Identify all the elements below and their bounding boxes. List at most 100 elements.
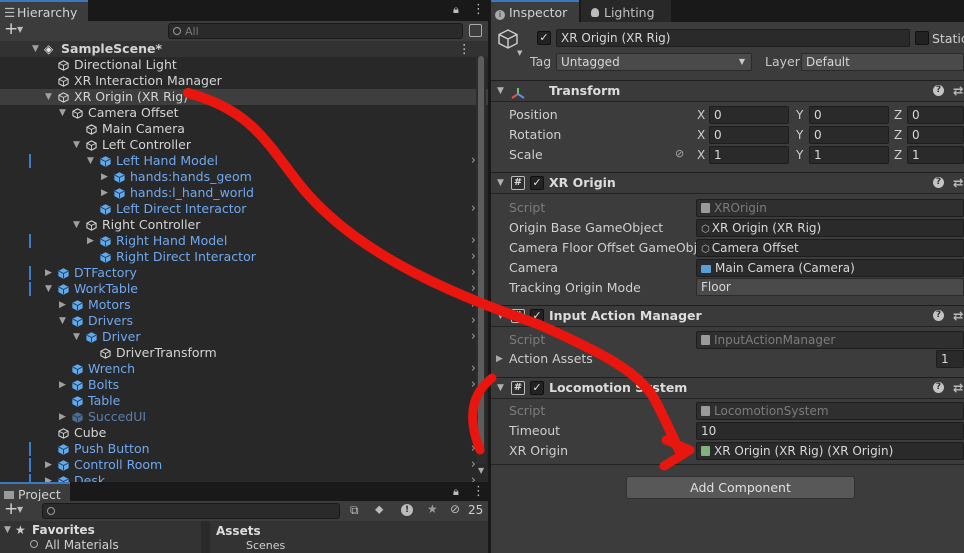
- fold-arrow-icon[interactable]: ▼: [59, 105, 66, 121]
- axis-x-label[interactable]: X: [697, 148, 705, 162]
- chevron-down-icon[interactable]: ▼: [517, 49, 522, 57]
- axis-y-label[interactable]: Y: [796, 148, 803, 162]
- project-divider[interactable]: [201, 521, 210, 553]
- constrain-proportions-icon[interactable]: ⊘: [675, 147, 684, 160]
- filter-type-icon[interactable]: ⧉: [350, 503, 359, 518]
- favorites-label[interactable]: Favorites: [32, 523, 95, 537]
- scale-z-field[interactable]: 1: [907, 146, 964, 164]
- project-search-input[interactable]: [42, 503, 340, 519]
- axis-y-label[interactable]: Y: [796, 108, 803, 122]
- scene-visibility-icon[interactable]: [469, 24, 482, 37]
- scroll-down-icon[interactable]: ▼: [478, 466, 484, 475]
- help-icon[interactable]: ?: [933, 85, 944, 96]
- layer-dropdown[interactable]: Default: [801, 53, 964, 71]
- tab-lighting[interactable]: Lighting: [581, 0, 671, 22]
- object-name-field[interactable]: XR Origin (XR Rig): [556, 29, 910, 47]
- axis-z-label[interactable]: Z: [894, 108, 902, 122]
- rotation-z-field[interactable]: 0: [907, 126, 964, 144]
- hierarchy-item[interactable]: Directional Light: [0, 57, 488, 73]
- hierarchy-item[interactable]: XR Interaction Manager: [0, 73, 488, 89]
- hierarchy-item[interactable]: Push Button ›: [0, 441, 488, 457]
- lock-icon[interactable]: 🔒︎: [453, 485, 459, 499]
- fold-arrow-icon[interactable]: ▶: [45, 265, 52, 281]
- axis-x-label[interactable]: X: [697, 108, 705, 122]
- hierarchy-item[interactable]: ▼ Left Controller: [0, 137, 488, 153]
- hierarchy-scrollbar[interactable]: [476, 56, 486, 464]
- all-materials-item[interactable]: All Materials: [45, 538, 119, 552]
- fold-arrow-icon[interactable]: ▼: [73, 137, 80, 153]
- position-z-field[interactable]: 0: [907, 106, 964, 124]
- star-icon[interactable]: ★: [427, 502, 438, 516]
- preset-icon[interactable]: ⇄: [953, 173, 963, 193]
- scrollbar-thumb[interactable]: [478, 56, 484, 454]
- axis-z-label[interactable]: Z: [894, 128, 902, 142]
- preset-icon[interactable]: ⇄: [953, 81, 963, 101]
- hierarchy-item[interactable]: ▶ Bolts ›: [0, 377, 488, 393]
- hierarchy-item[interactable]: Cube: [0, 425, 488, 441]
- hierarchy-item[interactable]: ▼ Driver ›: [0, 329, 488, 345]
- help-icon[interactable]: ?: [933, 382, 944, 393]
- rotation-x-field[interactable]: 0: [709, 126, 789, 144]
- label-icon[interactable]: ⬥: [375, 502, 383, 517]
- preset-icon[interactable]: ⇄: [953, 378, 963, 398]
- hierarchy-item[interactable]: ▶ Motors ›: [0, 297, 488, 313]
- breadcrumb-assets[interactable]: Assets: [216, 524, 261, 538]
- camera-floor-offset-field[interactable]: ⬡ Camera Offset: [696, 239, 964, 257]
- xr-origin-ref-field[interactable]: XR Origin (XR Rig) (XR Origin): [696, 442, 964, 460]
- chevron-down-icon[interactable]: ▼: [17, 25, 23, 34]
- hierarchy-item[interactable]: ▶ hands:hands_geom: [0, 169, 488, 185]
- fold-arrow-icon[interactable]: ▶: [59, 297, 66, 313]
- hierarchy-item[interactable]: ▶ hands:l_hand_world: [0, 185, 488, 201]
- help-icon[interactable]: ?: [933, 177, 944, 188]
- camera-field[interactable]: Main Camera (Camera): [696, 259, 964, 277]
- preset-icon[interactable]: ⇄: [953, 306, 963, 326]
- fold-arrow-icon[interactable]: ▼: [45, 89, 52, 105]
- scale-x-field[interactable]: 1: [709, 146, 789, 164]
- axis-x-label[interactable]: X: [697, 128, 705, 142]
- fold-arrow-icon[interactable]: ▶: [45, 457, 52, 473]
- transform-header[interactable]: ▼ Transform ? ⇄: [491, 80, 964, 102]
- rotation-y-field[interactable]: 0: [809, 126, 889, 144]
- fold-arrow-icon[interactable]: ▼: [497, 81, 504, 101]
- xr-origin-header[interactable]: ▼ # ✓ XR Origin ? ⇄: [491, 172, 964, 194]
- fold-arrow-icon[interactable]: ▼: [497, 173, 504, 193]
- kebab-menu-icon[interactable]: ⋮: [472, 2, 485, 17]
- hierarchy-item[interactable]: ▼ Right Controller: [0, 217, 488, 233]
- hierarchy-item[interactable]: ▼ Left Hand Model ›: [0, 153, 488, 169]
- fold-arrow-icon[interactable]: ▼: [32, 41, 39, 57]
- fold-arrow-icon[interactable]: ▶: [101, 169, 108, 185]
- add-component-button[interactable]: Add Component: [626, 476, 855, 499]
- tag-dropdown[interactable]: Untagged ▼: [556, 53, 752, 71]
- lock-icon[interactable]: 🔒︎: [453, 3, 459, 17]
- tracking-origin-mode-dropdown[interactable]: Floor: [696, 278, 964, 296]
- fold-arrow-icon[interactable]: ▼: [497, 306, 504, 326]
- hierarchy-item[interactable]: ▶ Controll Room ›: [0, 457, 488, 473]
- position-x-field[interactable]: 0: [709, 106, 789, 124]
- folder-scenes[interactable]: Scenes: [246, 539, 285, 552]
- fold-arrow-icon[interactable]: ▶: [87, 233, 94, 249]
- xr-origin-enabled-checkbox[interactable]: ✓: [530, 176, 544, 190]
- hidden-count-icon[interactable]: ⊘: [450, 502, 460, 516]
- hierarchy-item[interactable]: Table ›: [0, 393, 488, 409]
- fold-arrow-icon[interactable]: ▶: [101, 185, 108, 201]
- hierarchy-item[interactable]: Left Direct Interactor ›: [0, 201, 488, 217]
- hierarchy-item[interactable]: Main Camera: [0, 121, 488, 137]
- fold-arrow-icon[interactable]: ▼: [73, 329, 80, 345]
- hierarchy-item[interactable]: ▼ Drivers ›: [0, 313, 488, 329]
- input-action-manager-enabled-checkbox[interactable]: ✓: [530, 309, 544, 323]
- locomotion-system-enabled-checkbox[interactable]: ✓: [530, 381, 544, 395]
- tab-inspector[interactable]: i Inspector: [491, 0, 579, 22]
- fold-arrow-icon[interactable]: ▼: [59, 313, 66, 329]
- axis-z-label[interactable]: Z: [894, 148, 902, 162]
- hierarchy-item[interactable]: ▼ XR Origin (XR Rig): [0, 89, 488, 105]
- kebab-menu-icon[interactable]: ⋮: [472, 484, 485, 499]
- help-icon[interactable]: ?: [933, 310, 944, 321]
- hierarchy-item[interactable]: ▶ DTFactory ›: [0, 265, 488, 281]
- fold-arrow-icon[interactable]: ▼: [497, 378, 504, 398]
- kebab-menu-icon[interactable]: ⋮: [458, 41, 471, 57]
- input-action-manager-header[interactable]: ▼ # ✓ Input Action Manager ? ⇄: [491, 305, 964, 327]
- fold-arrow-icon[interactable]: ▶: [59, 409, 66, 425]
- fold-arrow-icon[interactable]: ▼: [45, 281, 52, 297]
- chevron-down-icon[interactable]: ▼: [17, 505, 23, 514]
- fold-arrow-icon[interactable]: ▼: [4, 525, 11, 535]
